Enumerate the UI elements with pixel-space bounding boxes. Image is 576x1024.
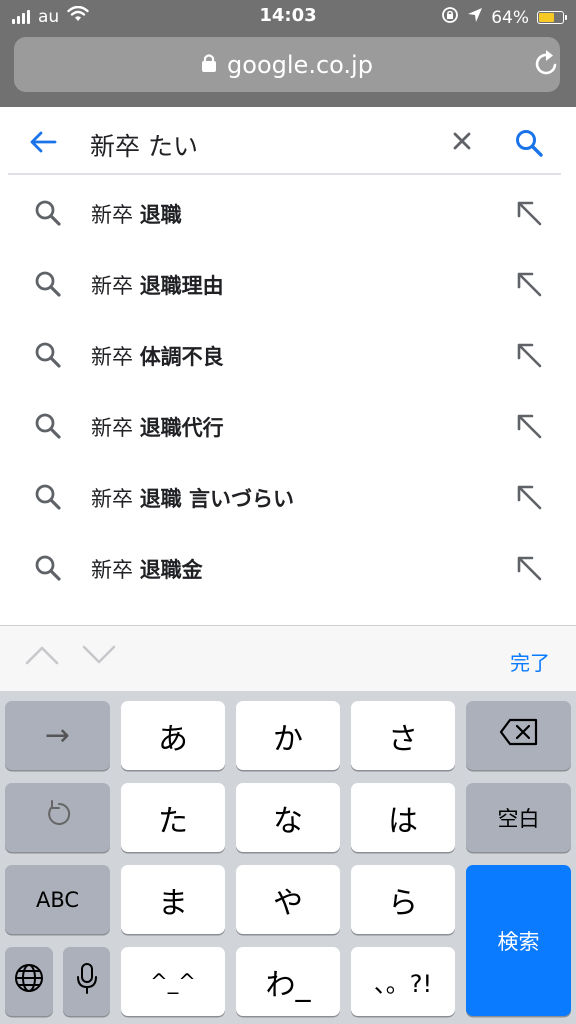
search-icon bbox=[34, 554, 62, 586]
emoticon-key[interactable]: ^_^ bbox=[121, 947, 225, 1016]
microphone-icon bbox=[76, 962, 98, 1002]
abc-key[interactable]: ABC bbox=[5, 865, 110, 934]
suggestion-item[interactable]: 新卒 体調不良 bbox=[0, 319, 576, 390]
fill-query-arrow-icon[interactable] bbox=[515, 270, 543, 302]
browser-toolbar: google.co.jp bbox=[0, 32, 576, 107]
fill-query-arrow-icon[interactable] bbox=[515, 199, 543, 231]
done-button[interactable]: 完了 bbox=[510, 647, 550, 676]
suggestion-item[interactable]: 新卒 退職 言いづらい bbox=[0, 461, 576, 532]
location-arrow-icon bbox=[467, 7, 483, 28]
backspace-key[interactable] bbox=[466, 701, 571, 770]
search-icon bbox=[34, 199, 62, 231]
search-divider bbox=[8, 173, 561, 175]
key-ra[interactable]: ら bbox=[351, 865, 455, 934]
chevron-up-icon[interactable] bbox=[25, 644, 59, 670]
key-a[interactable]: あ bbox=[121, 701, 225, 770]
battery-icon bbox=[537, 11, 567, 24]
search-icon bbox=[34, 341, 62, 373]
search-input[interactable]: 新卒 たい bbox=[90, 127, 198, 163]
suggestion-text: 新卒 退職 言いづらい bbox=[91, 487, 294, 511]
key-ka[interactable]: か bbox=[236, 701, 340, 770]
suggestion-text: 新卒 退職金 bbox=[91, 558, 203, 582]
key-ya[interactable]: や bbox=[236, 865, 340, 934]
fill-query-arrow-icon[interactable] bbox=[515, 341, 543, 373]
status-right: 64% bbox=[441, 6, 567, 29]
punctuation-key[interactable]: 、。?! bbox=[351, 947, 455, 1016]
search-icon[interactable] bbox=[514, 128, 544, 162]
lock-icon bbox=[201, 51, 217, 79]
backspace-icon bbox=[499, 718, 539, 754]
suggestion-item-partial[interactable] bbox=[0, 603, 576, 625]
search-return-key[interactable]: 検索 bbox=[466, 865, 571, 1016]
search-icon bbox=[34, 270, 62, 302]
search-icon bbox=[34, 412, 62, 444]
key-ha[interactable]: は bbox=[351, 783, 455, 852]
fill-query-arrow-icon[interactable] bbox=[515, 412, 543, 444]
fill-query-arrow-icon[interactable] bbox=[515, 483, 543, 515]
key-na[interactable]: な bbox=[236, 783, 340, 852]
key-next-kana[interactable]: → bbox=[5, 701, 110, 770]
key-sa[interactable]: さ bbox=[351, 701, 455, 770]
globe-key[interactable] bbox=[5, 947, 53, 1016]
space-key[interactable]: 空白 bbox=[466, 783, 571, 852]
suggestion-item[interactable]: 新卒 退職 bbox=[0, 177, 576, 248]
kana-keyboard: → あ か さ た な は 空白 ABC ま や ら 検索 ^_^ わ_ 、。?… bbox=[0, 691, 576, 1024]
reload-icon[interactable] bbox=[534, 49, 560, 81]
chevron-down-icon[interactable] bbox=[82, 644, 116, 670]
battery-percent: 64% bbox=[491, 7, 529, 28]
url-text: google.co.jp bbox=[227, 50, 373, 79]
undo-icon bbox=[43, 799, 73, 837]
suggestion-text: 新卒 退職理由 bbox=[91, 274, 224, 298]
suggestion-item[interactable]: 新卒 退職代行 bbox=[0, 390, 576, 461]
suggestion-item[interactable]: 新卒 退職金 bbox=[0, 532, 576, 603]
globe-icon bbox=[14, 963, 44, 1001]
suggestion-list: 新卒 退職 新卒 退職理由 新卒 体調不良 新卒 退職代行 新卒 退職 言いづら… bbox=[0, 177, 576, 625]
suggestion-text: 新卒 退職 bbox=[91, 203, 182, 227]
address-bar[interactable]: google.co.jp bbox=[14, 37, 560, 92]
fill-query-arrow-icon[interactable] bbox=[515, 554, 543, 586]
suggestion-item[interactable]: 新卒 退職理由 bbox=[0, 248, 576, 319]
back-arrow-icon[interactable] bbox=[28, 127, 58, 161]
status-bar: au 14:03 64% bbox=[0, 0, 576, 32]
key-wa[interactable]: わ_ bbox=[236, 947, 340, 1016]
search-bar: 新卒 たい bbox=[0, 107, 576, 175]
clear-icon[interactable] bbox=[452, 131, 472, 155]
key-ma[interactable]: ま bbox=[121, 865, 225, 934]
search-icon bbox=[34, 483, 62, 515]
undo-key[interactable] bbox=[5, 783, 110, 852]
suggestion-text: 新卒 退職代行 bbox=[91, 416, 224, 440]
suggestion-text: 新卒 体調不良 bbox=[91, 345, 224, 369]
orientation-lock-icon bbox=[441, 6, 459, 29]
dictation-key[interactable] bbox=[63, 947, 110, 1016]
keyboard-accessory-bar: 完了 bbox=[0, 625, 576, 691]
key-ta[interactable]: た bbox=[121, 783, 225, 852]
